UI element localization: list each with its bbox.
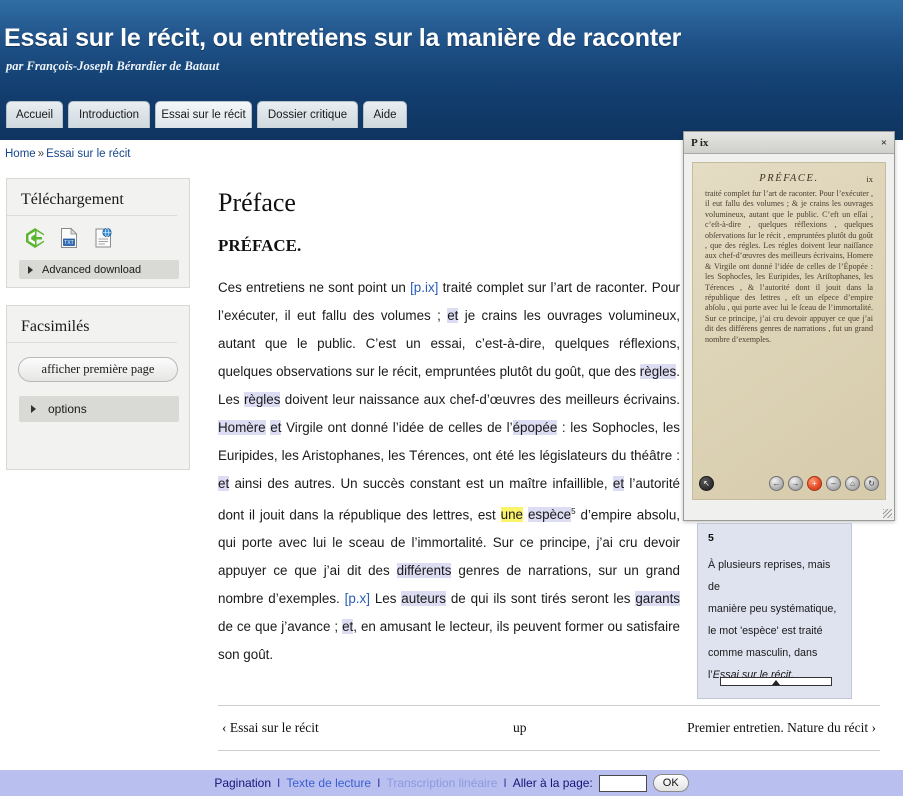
site-header: Essai sur le récit, ou entretiens sur la… — [0, 0, 903, 95]
rotate-button[interactable]: ↻ — [864, 476, 879, 491]
facsimile-heading-text: PRÉFACE. — [759, 173, 819, 184]
facsimiles-panel-title: Facsimilés — [7, 306, 177, 343]
text-run: Les — [369, 591, 402, 607]
page-marker-x[interactable]: [p.x] — [345, 591, 370, 606]
facsimile-window-titlebar[interactable]: P ix × — [684, 132, 894, 154]
home-button[interactable]: ⌂ — [845, 476, 860, 491]
footer-separator: I — [377, 776, 381, 790]
scroll-nub-icon — [772, 680, 780, 685]
next-page-link[interactable]: Premier entretien. Nature du récit › — [687, 720, 876, 736]
page-subtitle: par François-Joseph Bérardier de Bataut — [6, 59, 220, 73]
footnote-text: À plusieurs reprises, mais de manière pe… — [708, 554, 841, 686]
page-navigation: ‹ Essai sur le récit up Premier entretie… — [218, 705, 880, 751]
facsimile-image-viewport[interactable]: PRÉFACE. ix traité complet fur l’art de … — [692, 162, 886, 500]
next-page-button[interactable]: → — [788, 476, 803, 491]
page-title: Essai sur le récit, ou entretiens sur la… — [4, 24, 682, 52]
close-icon[interactable]: × — [881, 137, 887, 149]
facsimile-page-text: traité complet fur l’art de raconter. Po… — [705, 189, 873, 344]
footer-pagination-link[interactable]: Pagination — [214, 776, 271, 790]
facsimile-page-image: PRÉFACE. ix traité complet fur l’art de … — [693, 163, 885, 345]
facsimile-page-heading: PRÉFACE. ix — [705, 173, 873, 184]
advanced-download-label: Advanced download — [42, 263, 142, 276]
highlighted-term-et[interactable]: et — [342, 619, 354, 635]
breadcrumb-separator: » — [37, 148, 45, 160]
breadcrumb-current[interactable]: Essai sur le récit — [46, 148, 130, 160]
tab-accueil[interactable]: Accueil — [6, 101, 63, 128]
epub-icon[interactable] — [23, 226, 47, 250]
chevron-right-icon — [31, 405, 36, 413]
footnote-tooltip: 5 À plusieurs reprises, mais de manière … — [697, 523, 852, 699]
facsimile-toolbar: ← → + – ⌂ ↻ — [769, 476, 879, 491]
footnote-line: manière peu systématique, — [708, 603, 837, 615]
text-run: Virgile ont donné l’idée de celles de l’ — [281, 420, 513, 435]
chevron-right-icon — [28, 265, 33, 274]
highlighted-term-espece[interactable]: espèce — [527, 507, 572, 523]
tab-essai-sur-le-recit[interactable]: Essai sur le récit — [155, 101, 252, 128]
footer-separator: I — [277, 776, 281, 790]
goto-page-label: Aller à la page: — [512, 776, 593, 790]
highlighted-term-et[interactable]: et — [612, 476, 625, 491]
page-root: Essai sur le récit, ou entretiens sur la… — [0, 0, 903, 796]
highlighted-term-epopee[interactable]: épopée — [512, 420, 558, 435]
text-run: de ce que j’avance ; — [218, 619, 343, 635]
text-run: ainsi des autres. Un succès constant est… — [229, 476, 613, 491]
page-number-input[interactable] — [598, 774, 647, 792]
up-link[interactable]: up — [513, 720, 527, 736]
footnote-scrollbar[interactable] — [720, 677, 832, 686]
tab-introduction[interactable]: Introduction — [68, 101, 150, 128]
advanced-download-toggle[interactable]: Advanced download — [19, 260, 179, 279]
footnote-line: le mot 'espèce' est traité — [708, 625, 823, 637]
text-run: de qui ils sont tirés seront les — [445, 591, 636, 607]
footnote-line: À plusieurs reprises, mais de — [708, 559, 831, 593]
highlighted-term-regles[interactable]: règles — [639, 364, 677, 379]
tab-aide[interactable]: Aide — [363, 101, 407, 128]
content-title: Préface — [218, 188, 296, 217]
footer-separator: I — [503, 776, 507, 790]
facsimile-folio-number: ix — [866, 174, 873, 184]
footer-bar: Pagination I Texte de lecture I Transcri… — [0, 770, 903, 796]
highlighted-term-homere[interactable]: Homère — [218, 420, 266, 435]
svg-text:TXT: TXT — [64, 240, 73, 246]
highlighted-term-differents[interactable]: différents — [396, 563, 452, 579]
html-page-icon[interactable] — [91, 226, 115, 250]
txt-file-icon[interactable]: TXT — [57, 226, 81, 250]
facsimiles-options-toggle[interactable]: options — [19, 396, 179, 422]
footer-transcription-lineaire-link[interactable]: Transcription linéaire — [386, 776, 497, 790]
highlighted-term-regles[interactable]: règles — [243, 392, 281, 407]
facsimile-window-title: P ix — [691, 136, 709, 149]
tab-dossier-critique[interactable]: Dossier critique — [257, 101, 358, 128]
previous-page-link[interactable]: ‹ Essai sur le récit — [222, 720, 319, 736]
pan-cursor-icon: ↖ — [699, 476, 714, 491]
highlighted-term-et[interactable]: et — [447, 308, 459, 323]
show-first-page-button[interactable]: afficher première page — [18, 357, 178, 382]
previous-page-button[interactable]: ← — [769, 476, 784, 491]
text-run: Ces entretiens ne sont point un — [218, 280, 411, 295]
download-panel-title: Téléchargement — [7, 179, 177, 216]
facsimiles-panel: Facsimilés afficher première page option… — [6, 305, 190, 470]
resize-handle[interactable] — [883, 509, 892, 518]
highlighted-term-une[interactable]: une — [500, 507, 523, 523]
ok-button[interactable]: OK — [652, 774, 689, 792]
page-marker-ix[interactable]: [p.ix] — [410, 280, 438, 295]
download-icons: TXT — [7, 216, 189, 256]
highlighted-term-et[interactable]: et — [270, 420, 282, 435]
preface-paragraph: Ces entretiens ne sont point un [p.ix] t… — [218, 274, 681, 669]
highlighted-term-et[interactable]: et — [218, 476, 230, 491]
footnote-number: 5 — [708, 532, 714, 544]
zoom-in-button[interactable]: + — [807, 476, 822, 491]
main-content: Préface PRÉFACE. Ces entretiens ne sont … — [218, 178, 681, 669]
download-panel: Téléchargement TXT Advanced download — [6, 178, 190, 288]
text-run: doivent leur naissance aux chef-d’œuvres… — [280, 392, 680, 407]
section-heading: PRÉFACE. — [218, 236, 302, 255]
facsimiles-options-label: options — [48, 402, 87, 416]
facsimile-window[interactable]: P ix × PRÉFACE. ix traité complet fur l’… — [683, 131, 895, 521]
footer-texte-de-lecture-link[interactable]: Texte de lecture — [286, 776, 371, 790]
breadcrumb-home-link[interactable]: Home — [5, 148, 36, 160]
zoom-out-button[interactable]: – — [826, 476, 841, 491]
breadcrumb: Home» Essai sur le récit — [5, 148, 130, 160]
footnote-line: comme masculin, dans — [708, 647, 818, 659]
highlighted-term-garants[interactable]: garants — [635, 591, 681, 607]
highlighted-term-auteurs[interactable]: auteurs — [401, 591, 446, 607]
